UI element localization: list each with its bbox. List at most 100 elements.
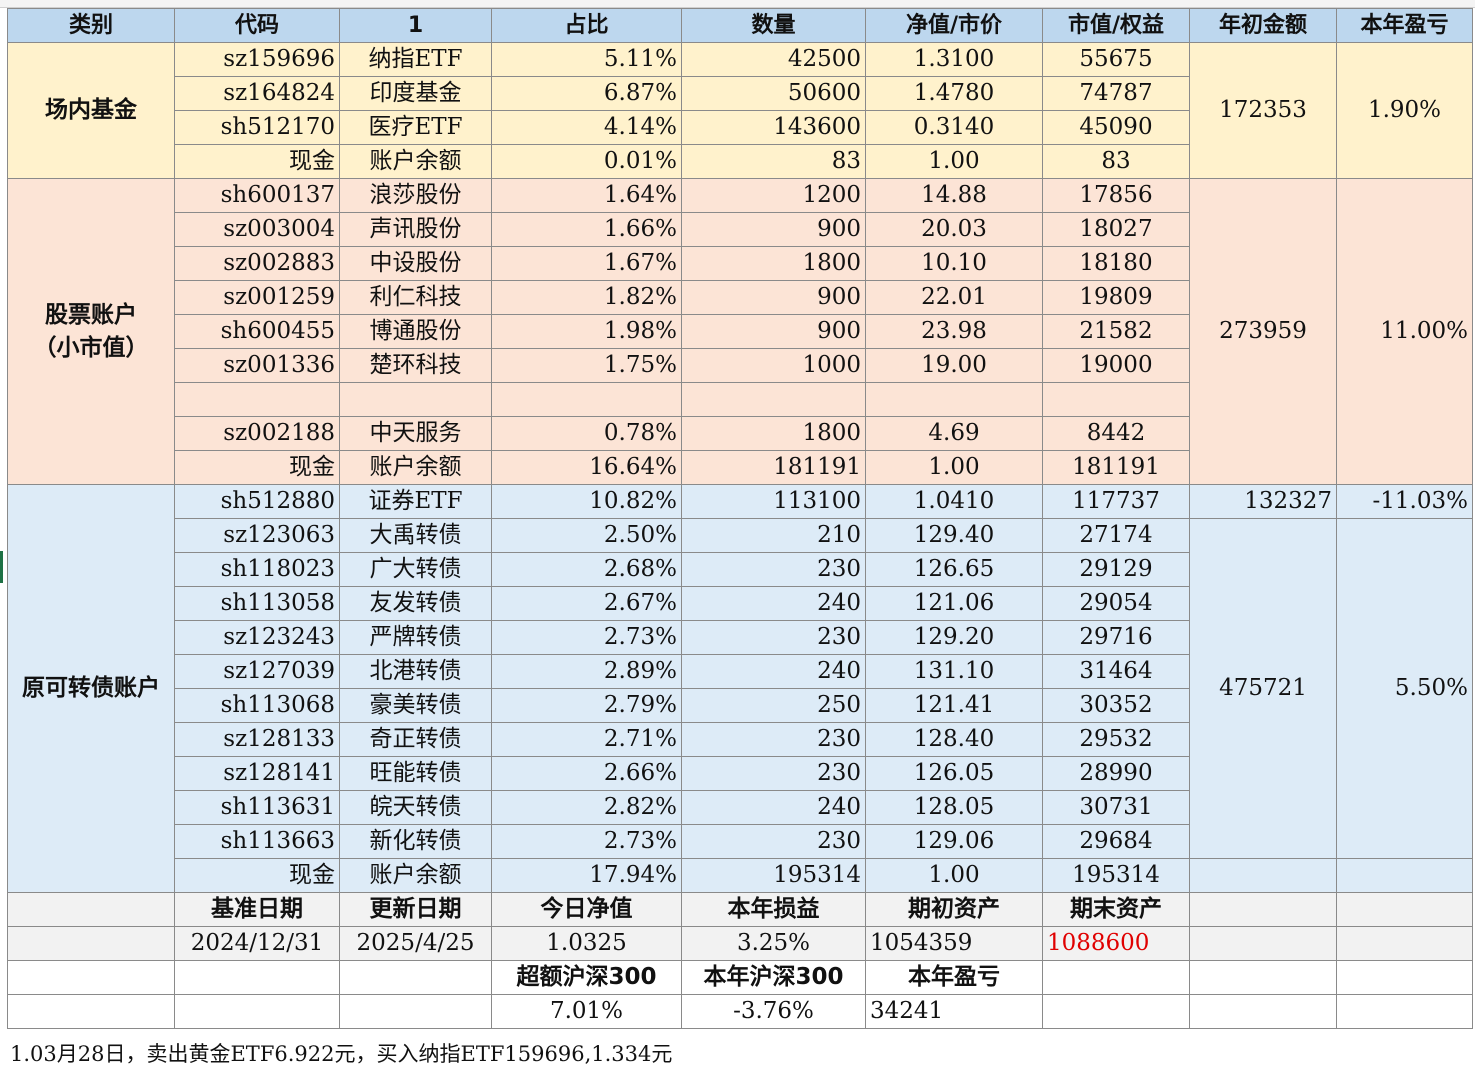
qty-cell[interactable]: 900: [681, 212, 866, 247]
qty-cell[interactable]: 1800: [681, 416, 866, 451]
ratio-cell[interactable]: [491, 382, 682, 417]
qty-cell[interactable]: 900: [681, 280, 866, 315]
name-cell[interactable]: 印度基金: [339, 76, 492, 111]
name-cell[interactable]: 友发转债: [339, 586, 492, 621]
qty-cell[interactable]: 1800: [681, 246, 866, 281]
start-amount-cell[interactable]: 132327: [1189, 484, 1337, 519]
pnl-cell[interactable]: 11.00%: [1336, 178, 1473, 485]
code-cell[interactable]: sh512880: [174, 484, 340, 519]
price-cell[interactable]: 126.65: [865, 552, 1043, 587]
value-cell[interactable]: 45090: [1042, 110, 1190, 145]
qty-cell[interactable]: 230: [681, 552, 866, 587]
name-cell[interactable]: 账户余额: [339, 144, 492, 179]
column-header[interactable]: 类别: [7, 8, 175, 43]
qty-cell[interactable]: 900: [681, 314, 866, 349]
value-cell[interactable]: 195314: [1042, 858, 1190, 893]
ratio-cell[interactable]: 16.64%: [491, 450, 682, 485]
code-cell[interactable]: sh600455: [174, 314, 340, 349]
name-cell[interactable]: 账户余额: [339, 858, 492, 893]
summary-value[interactable]: 34241: [865, 994, 1043, 1029]
empty-cell[interactable]: [7, 926, 175, 961]
price-cell[interactable]: 131.10: [865, 654, 1043, 689]
column-header[interactable]: 本年盈亏: [1336, 8, 1473, 43]
empty-cell[interactable]: [7, 892, 175, 927]
value-cell[interactable]: [1042, 382, 1190, 417]
price-cell[interactable]: [865, 382, 1043, 417]
qty-cell[interactable]: 50600: [681, 76, 866, 111]
qty-cell[interactable]: 240: [681, 654, 866, 689]
ratio-cell[interactable]: 5.11%: [491, 42, 682, 77]
summary-header[interactable]: 本年损益: [681, 892, 866, 927]
qty-cell[interactable]: 250: [681, 688, 866, 723]
ratio-cell[interactable]: 1.75%: [491, 348, 682, 383]
ratio-cell[interactable]: 2.79%: [491, 688, 682, 723]
name-cell[interactable]: 皖天转债: [339, 790, 492, 825]
name-cell[interactable]: 大禹转债: [339, 518, 492, 553]
code-cell[interactable]: sh113058: [174, 586, 340, 621]
name-cell[interactable]: 中设股份: [339, 246, 492, 281]
price-cell[interactable]: 121.06: [865, 586, 1043, 621]
ratio-cell[interactable]: 2.67%: [491, 586, 682, 621]
summary-value[interactable]: -3.76%: [681, 994, 866, 1029]
empty-cell[interactable]: [1042, 994, 1190, 1029]
name-cell[interactable]: 严牌转债: [339, 620, 492, 655]
empty-cell[interactable]: [1336, 892, 1473, 927]
summary-value[interactable]: 2024/12/31: [174, 926, 340, 961]
value-cell[interactable]: 8442: [1042, 416, 1190, 451]
code-cell[interactable]: sz127039: [174, 654, 340, 689]
name-cell[interactable]: 新化转债: [339, 824, 492, 859]
price-cell[interactable]: 19.00: [865, 348, 1043, 383]
ratio-cell[interactable]: 1.64%: [491, 178, 682, 213]
ratio-cell[interactable]: 1.66%: [491, 212, 682, 247]
price-cell[interactable]: 1.00: [865, 144, 1043, 179]
summary-value[interactable]: 3.25%: [681, 926, 866, 961]
summary-value[interactable]: 1088600: [1042, 926, 1190, 961]
price-cell[interactable]: 14.88: [865, 178, 1043, 213]
code-cell[interactable]: sz003004: [174, 212, 340, 247]
code-cell[interactable]: sz159696: [174, 42, 340, 77]
empty-cell[interactable]: [339, 994, 492, 1029]
price-cell[interactable]: 126.05: [865, 756, 1043, 791]
code-cell[interactable]: sh113068: [174, 688, 340, 723]
start-amount-cell[interactable]: 172353: [1189, 42, 1337, 179]
name-cell[interactable]: 广大转债: [339, 552, 492, 587]
qty-cell[interactable]: 181191: [681, 450, 866, 485]
summary-header[interactable]: 今日净值: [491, 892, 682, 927]
code-cell[interactable]: sz001259: [174, 280, 340, 315]
ratio-cell[interactable]: 2.71%: [491, 722, 682, 757]
value-cell[interactable]: 29532: [1042, 722, 1190, 757]
value-cell[interactable]: 30731: [1042, 790, 1190, 825]
qty-cell[interactable]: 143600: [681, 110, 866, 145]
code-cell[interactable]: sh113631: [174, 790, 340, 825]
qty-cell[interactable]: [681, 382, 866, 417]
empty-cell[interactable]: [1189, 994, 1337, 1029]
column-header[interactable]: 净值/市价: [865, 8, 1043, 43]
value-cell[interactable]: 83: [1042, 144, 1190, 179]
category-cell[interactable]: 原可转债账户: [7, 484, 175, 893]
code-cell[interactable]: 现金: [174, 450, 340, 485]
price-cell[interactable]: 1.4780: [865, 76, 1043, 111]
code-cell[interactable]: sz123063: [174, 518, 340, 553]
qty-cell[interactable]: 230: [681, 722, 866, 757]
empty-cell[interactable]: [174, 960, 340, 995]
price-cell[interactable]: 128.05: [865, 790, 1043, 825]
price-cell[interactable]: 0.3140: [865, 110, 1043, 145]
empty-cell[interactable]: [1042, 960, 1190, 995]
value-cell[interactable]: 31464: [1042, 654, 1190, 689]
ratio-cell[interactable]: 2.73%: [491, 620, 682, 655]
qty-cell[interactable]: 195314: [681, 858, 866, 893]
name-cell[interactable]: 博通股份: [339, 314, 492, 349]
name-cell[interactable]: 北港转债: [339, 654, 492, 689]
value-cell[interactable]: 18027: [1042, 212, 1190, 247]
code-cell[interactable]: sz002188: [174, 416, 340, 451]
price-cell[interactable]: 10.10: [865, 246, 1043, 281]
value-cell[interactable]: 21582: [1042, 314, 1190, 349]
empty-cell[interactable]: [1336, 960, 1473, 995]
empty-cell[interactable]: [339, 960, 492, 995]
value-cell[interactable]: 18180: [1042, 246, 1190, 281]
summary-header[interactable]: 期初资产: [865, 892, 1043, 927]
value-cell[interactable]: 29684: [1042, 824, 1190, 859]
name-cell[interactable]: 纳指ETF: [339, 42, 492, 77]
value-cell[interactable]: 28990: [1042, 756, 1190, 791]
pnl-cell[interactable]: 1.90%: [1336, 42, 1473, 179]
